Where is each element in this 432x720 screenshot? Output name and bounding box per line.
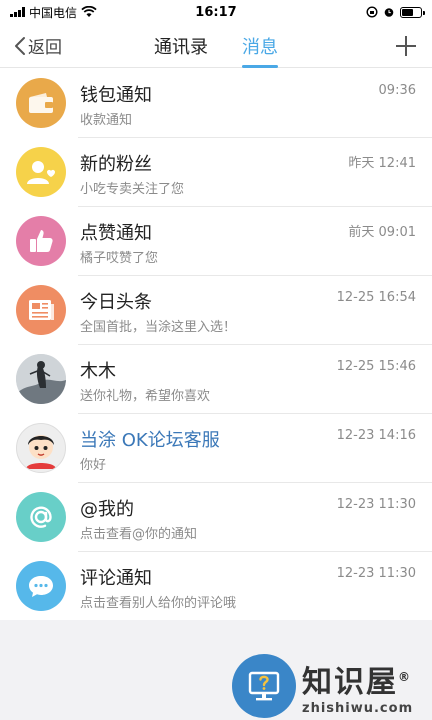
status-right <box>366 6 425 18</box>
chevron-left-icon <box>15 36 25 55</box>
wifi-icon <box>81 6 97 17</box>
list-item[interactable]: 点赞通知 橘子哎赞了您 前天 09:01 <box>0 206 432 275</box>
item-title: 钱包通知 <box>80 85 152 106</box>
item-title: @我的 <box>80 499 134 520</box>
item-subtitle: 小吃专卖关注了您 <box>80 182 185 197</box>
nav-bar: 返回 通讯录 消息 <box>0 24 432 68</box>
back-button[interactable]: 返回 <box>14 33 62 58</box>
list-item[interactable]: 木木 送你礼物，希望你喜欢 12-25 15:46 <box>0 344 432 413</box>
item-time: 12-25 15:46 <box>336 359 416 374</box>
list-item[interactable]: 钱包通知 收款通知 09:36 <box>0 68 432 137</box>
at-sign-icon <box>16 491 66 542</box>
item-title: 评论通知 <box>80 568 152 589</box>
item-title: 今日头条 <box>80 292 152 313</box>
list-item[interactable]: @我的 点击查看@你的通知 12-23 11:30 <box>0 482 432 551</box>
list-item[interactable]: 新的粉丝 小吃专卖关注了您 昨天 12:41 <box>0 137 432 206</box>
comment-icon <box>16 560 66 611</box>
clock: 16:17 <box>195 4 237 20</box>
cartoon-boy-avatar <box>16 422 66 473</box>
thumbs-up-icon <box>16 215 66 266</box>
list-item[interactable]: 当涂 OK论坛客服 你好 12-23 14:16 <box>0 413 432 482</box>
wallet-icon <box>16 77 66 128</box>
item-time: 12-23 11:30 <box>336 566 416 581</box>
item-subtitle: 点击查看@你的通知 <box>80 527 198 542</box>
newspaper-icon <box>16 284 66 335</box>
status-left: 中国电信 <box>10 4 97 21</box>
item-time: 12-25 16:54 <box>336 290 416 305</box>
item-time: 前天 09:01 <box>348 225 416 240</box>
item-subtitle: 全国首批，当涂这里入选！ <box>80 320 237 335</box>
status-bar: 中国电信 16:17 <box>0 0 432 24</box>
alarm-icon <box>384 8 394 17</box>
question-monitor-icon <box>232 654 296 718</box>
item-subtitle: 送你礼物，希望你喜欢 <box>80 389 211 404</box>
item-title: 点赞通知 <box>80 223 152 244</box>
item-subtitle: 橘子哎赞了您 <box>80 251 159 266</box>
item-time: 12-23 14:16 <box>336 428 416 443</box>
list-item[interactable]: 今日头条 全国首批，当涂这里入选！ 12-25 16:54 <box>0 275 432 344</box>
item-subtitle: 收款通知 <box>80 113 133 128</box>
tab-contacts[interactable]: 通讯录 <box>154 27 208 65</box>
registered-mark: ® <box>398 669 412 684</box>
item-subtitle: 点击查看别人给你的评论哦 <box>80 596 237 611</box>
user-photo-avatar <box>16 353 66 404</box>
tab-messages[interactable]: 消息 <box>242 27 278 68</box>
battery-icon <box>400 6 425 18</box>
item-subtitle: 你好 <box>80 458 107 473</box>
item-title: 木木 <box>80 361 116 382</box>
watermark-brand: 知识屋 <box>302 664 398 700</box>
screen-lock-icon <box>366 6 378 18</box>
back-label: 返回 <box>28 38 62 58</box>
list-item[interactable]: 评论通知 点击查看别人给你的评论哦 12-23 11:30 <box>0 551 432 620</box>
new-fan-icon <box>16 146 66 197</box>
item-title: 新的粉丝 <box>80 154 152 175</box>
carrier-label: 中国电信 <box>29 5 78 20</box>
item-time: 12-23 11:30 <box>336 497 416 512</box>
add-button[interactable] <box>394 34 418 58</box>
message-list: 钱包通知 收款通知 09:36 新的粉丝 小吃专卖关注了您 昨天 12:41 点… <box>0 68 432 620</box>
item-title: 当涂 OK论坛客服 <box>80 430 220 451</box>
signal-icon <box>10 7 25 17</box>
watermark-domain: zhishiwu.com <box>302 700 414 716</box>
tab-bar: 通讯录 消息 <box>154 27 278 68</box>
item-time: 昨天 12:41 <box>348 156 416 171</box>
item-time: 09:36 <box>378 83 416 98</box>
watermark-logo: 知识屋® zhishiwu.com <box>232 654 413 718</box>
